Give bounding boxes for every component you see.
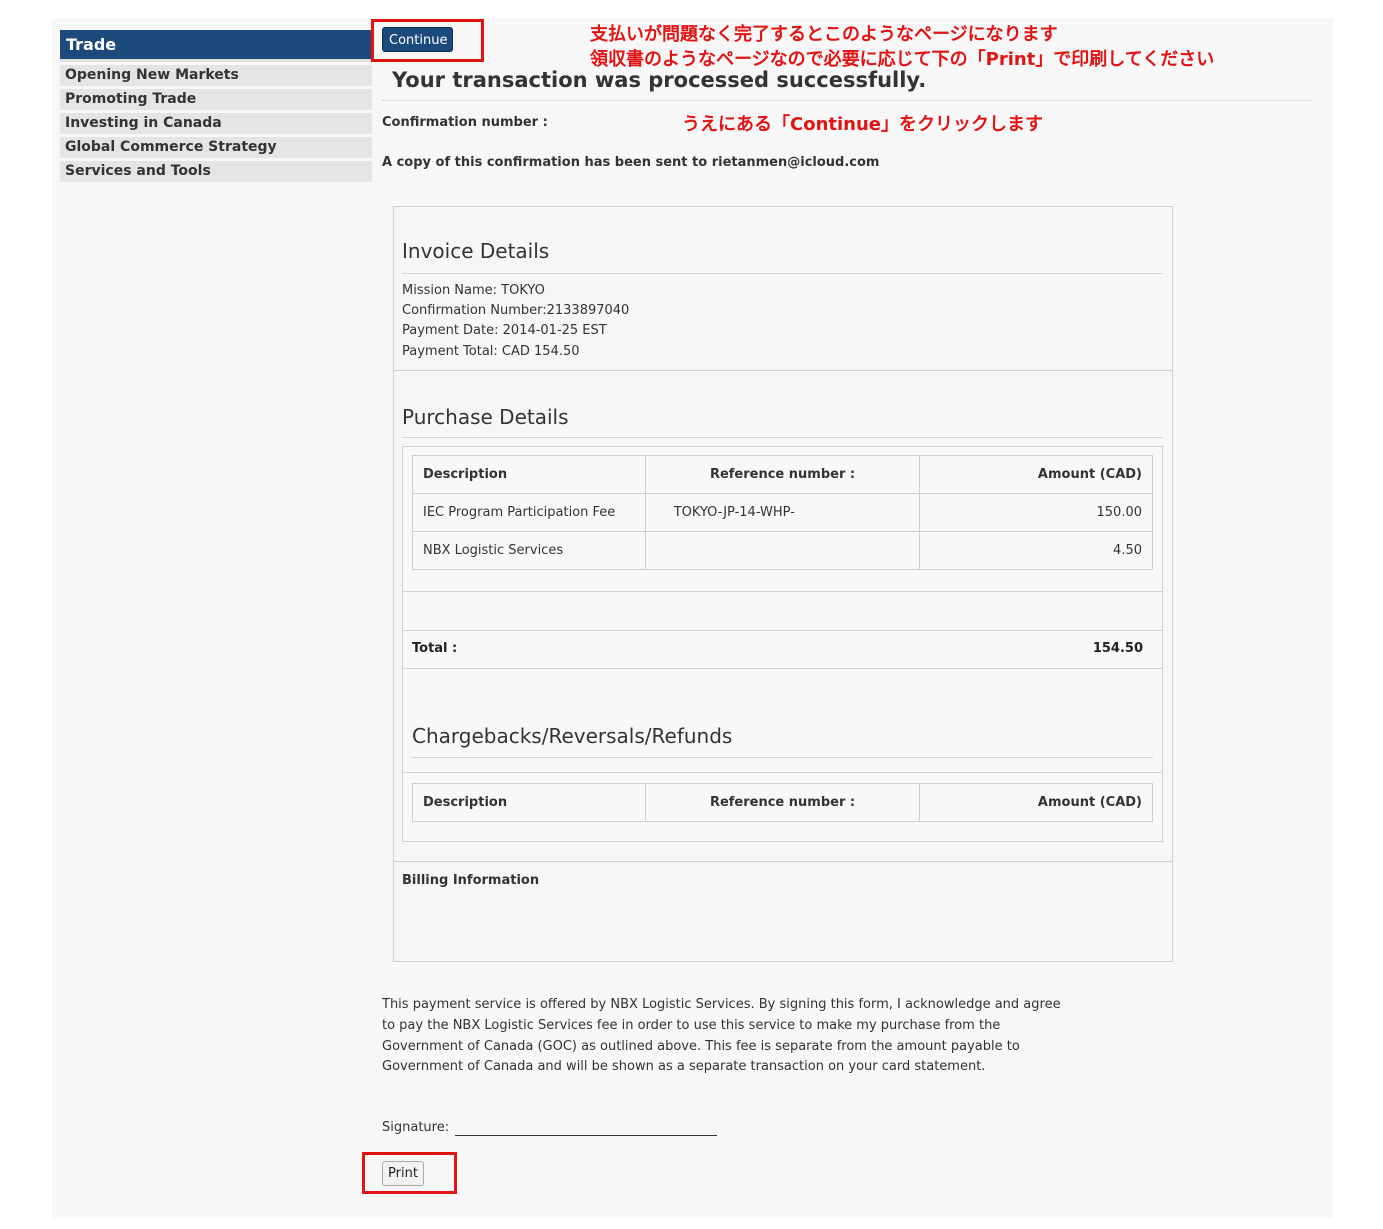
mission-name: Mission Name: TOKYO bbox=[402, 283, 545, 298]
annotation-line-1: 支払いが問題なく完了するとこのようなページになります bbox=[590, 24, 1058, 45]
chargebacks-table-top-rule bbox=[402, 772, 1163, 773]
table-row: IEC Program Participation Fee TOKYO-JP-1… bbox=[412, 493, 1153, 532]
disclaimer-text: This payment service is offered by NBX L… bbox=[382, 997, 1061, 1075]
column-header-reference: Reference number : bbox=[644, 783, 921, 822]
signature-line bbox=[455, 1135, 717, 1136]
annotation-line-3: うえにある「Continue」をクリックします bbox=[682, 114, 1044, 135]
sidebar-item-services-and-tools[interactable]: Services and Tools bbox=[60, 161, 372, 182]
total-value: 154.50 bbox=[1092, 641, 1143, 656]
billing-information-label: Billing Information bbox=[402, 873, 540, 888]
row-amount: 150.00 bbox=[919, 493, 1153, 532]
confirmation-copy-text: A copy of this confirmation has been sen… bbox=[382, 155, 880, 170]
table-header-row: Description Reference number : Amount (C… bbox=[412, 455, 1153, 494]
purchase-details-rule bbox=[402, 437, 1163, 438]
row-reference: TOKYO-JP-14-WHP- bbox=[644, 493, 921, 532]
sidebar-item-opening-new-markets[interactable]: Opening New Markets bbox=[60, 65, 372, 86]
row-description: IEC Program Participation Fee bbox=[412, 493, 646, 532]
total-panel bbox=[402, 630, 1163, 669]
invoice-details-rule bbox=[402, 273, 1163, 274]
column-header-description: Description bbox=[412, 455, 646, 494]
row-reference bbox=[644, 531, 921, 570]
chargebacks-title: Chargebacks/Reversals/Refunds bbox=[412, 724, 733, 748]
sidebar-nav: Trade Opening New Markets Promoting Trad… bbox=[60, 30, 372, 182]
row-description: NBX Logistic Services bbox=[412, 531, 646, 570]
sidebar-item-promoting-trade[interactable]: Promoting Trade bbox=[60, 89, 372, 110]
column-header-amount: Amount (CAD) bbox=[919, 783, 1153, 822]
payment-total: Payment Total: CAD 154.50 bbox=[402, 344, 580, 359]
row-amount: 4.50 bbox=[919, 531, 1153, 570]
signature-label: Signature: bbox=[382, 1120, 450, 1135]
page-title: Your transaction was processed successfu… bbox=[392, 68, 927, 92]
column-header-reference: Reference number : bbox=[644, 455, 921, 494]
invoice-details-title: Invoice Details bbox=[402, 239, 550, 263]
column-header-amount: Amount (CAD) bbox=[919, 455, 1153, 494]
table-row: NBX Logistic Services 4.50 bbox=[412, 531, 1153, 570]
purchase-details-title: Purchase Details bbox=[402, 405, 569, 429]
chargebacks-rule bbox=[412, 757, 1153, 758]
print-highlight-box bbox=[362, 1152, 457, 1194]
billing-divider bbox=[393, 861, 1173, 862]
sidebar-heading[interactable]: Trade bbox=[60, 30, 372, 62]
table-header-row: Description Reference number : Amount (C… bbox=[412, 783, 1153, 822]
title-divider bbox=[382, 100, 1312, 101]
sidebar-item-global-commerce-strategy[interactable]: Global Commerce Strategy bbox=[60, 137, 372, 158]
sidebar-item-investing-in-canada[interactable]: Investing in Canada bbox=[60, 113, 372, 134]
section-divider bbox=[393, 370, 1173, 371]
continue-highlight-box bbox=[371, 19, 484, 62]
total-label: Total : bbox=[412, 641, 458, 656]
purchase-table: Description Reference number : Amount (C… bbox=[412, 455, 1153, 570]
payment-date: Payment Date: 2014-01-25 EST bbox=[402, 323, 607, 338]
confirmation-number: Confirmation Number:2133897040 bbox=[402, 303, 630, 318]
column-header-description: Description bbox=[412, 783, 646, 822]
confirmation-number-label: Confirmation number : bbox=[382, 115, 548, 130]
spacer-panel bbox=[402, 591, 1163, 631]
chargebacks-table: Description Reference number : Amount (C… bbox=[412, 783, 1153, 822]
